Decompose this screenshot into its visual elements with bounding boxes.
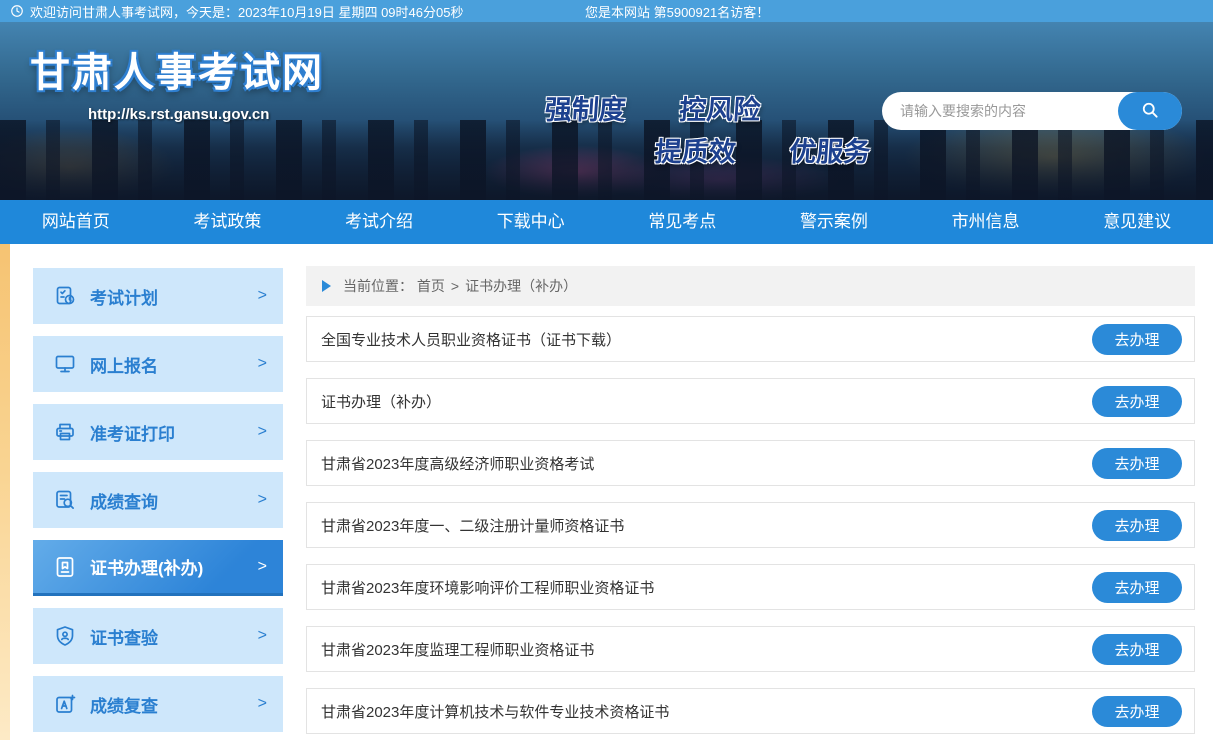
service-title: 甘肃省2023年度高级经济师职业资格考试	[321, 453, 1092, 474]
chevron-right-icon: >	[258, 287, 267, 305]
service-row-3: 甘肃省2023年度高级经济师职业资格考试去办理	[306, 440, 1195, 486]
monitor-icon	[53, 352, 77, 376]
site-logo[interactable]: 甘肃人事考试网 http://ks.rst.gansu.gov.cn	[30, 40, 324, 123]
sidebar-item-6[interactable]: 证书查验>	[33, 608, 283, 664]
search-button[interactable]	[1118, 92, 1182, 130]
nav-item-6[interactable]: 警示案例	[758, 200, 910, 244]
chevron-right-icon: >	[258, 491, 267, 509]
sidebar-item-label: 考试计划	[90, 284, 258, 309]
service-row-1: 全国专业技术人员职业资格证书（证书下载）去办理	[306, 316, 1195, 362]
chevron-right-icon: >	[258, 627, 267, 645]
city-skyline-decoration	[0, 120, 1213, 200]
chevron-right-icon: >	[258, 695, 267, 713]
visitor-count-text: 您是本网站 第5900921名访客！	[585, 2, 769, 21]
sidebar-item-label: 证书办理(补办)	[90, 554, 258, 579]
sidebar-item-1[interactable]: 考试计划>	[33, 268, 283, 324]
sidebar-item-3[interactable]: 准考证打印>	[33, 404, 283, 460]
service-title: 甘肃省2023年度环境影响评价工程师职业资格证书	[321, 577, 1092, 598]
sidebar: 考试计划>网上报名>准考证打印>成绩查询>证书办理(补办)>证书查验>成绩复查>	[33, 268, 283, 744]
chevron-right-icon: >	[258, 355, 267, 373]
nav-item-7[interactable]: 市州信息	[910, 200, 1062, 244]
go-handle-button[interactable]: 去办理	[1092, 448, 1182, 479]
service-title: 甘肃省2023年度监理工程师职业资格证书	[321, 639, 1092, 660]
printer-icon	[53, 420, 77, 444]
page-body: 考试计划>网上报名>准考证打印>成绩查询>证书办理(补办)>证书查验>成绩复查>…	[0, 244, 1213, 740]
site-header: 甘肃人事考试网 http://ks.rst.gansu.gov.cn 强制度 控…	[0, 22, 1213, 200]
service-row-6: 甘肃省2023年度监理工程师职业资格证书去办理	[306, 626, 1195, 672]
go-handle-button[interactable]: 去办理	[1092, 324, 1182, 355]
welcome-text: 欢迎访问甘肃人事考试网，今天是：2023年10月19日 星期四 09时46分05…	[30, 2, 463, 21]
sidebar-item-7[interactable]: 成绩复查>	[33, 676, 283, 732]
nav-item-3[interactable]: 考试介绍	[303, 200, 455, 244]
chevron-right-icon: >	[258, 423, 267, 441]
breadcrumb-arrow-icon	[322, 280, 331, 292]
nav-item-4[interactable]: 下载中心	[455, 200, 607, 244]
search-bar	[882, 92, 1182, 130]
sidebar-item-5[interactable]: 证书办理(补办)>	[33, 540, 283, 596]
breadcrumb-separator: >	[451, 278, 459, 294]
go-handle-button[interactable]: 去办理	[1092, 634, 1182, 665]
main-content: 当前位置： 首页 > 证书办理（补办） 全国专业技术人员职业资格证书（证书下载）…	[306, 266, 1195, 750]
service-list: 全国专业技术人员职业资格证书（证书下载）去办理证书办理（补办）去办理甘肃省202…	[306, 316, 1195, 734]
site-title: 甘肃人事考试网	[30, 40, 324, 98]
main-nav: 网站首页考试政策考试介绍下载中心常见考点警示案例市州信息意见建议	[0, 200, 1213, 244]
service-row-7: 甘肃省2023年度计算机技术与软件专业技术资格证书去办理	[306, 688, 1195, 734]
service-title: 甘肃省2023年度计算机技术与软件专业技术资格证书	[321, 701, 1092, 722]
nav-item-5[interactable]: 常见考点	[607, 200, 759, 244]
chevron-right-icon: >	[258, 558, 267, 576]
score-search-icon	[53, 488, 77, 512]
breadcrumb-prefix: 当前位置：	[343, 276, 413, 296]
nav-item-1[interactable]: 网站首页	[0, 200, 152, 244]
slogan-line-2: 提质效 优服务	[654, 130, 872, 169]
breadcrumb: 当前位置： 首页 > 证书办理（补办）	[306, 266, 1195, 306]
shield-check-icon	[53, 624, 77, 648]
sidebar-item-label: 网上报名	[90, 352, 258, 377]
go-handle-button[interactable]: 去办理	[1092, 510, 1182, 541]
sidebar-item-label: 成绩查询	[90, 488, 258, 513]
sidebar-item-4[interactable]: 成绩查询>	[33, 472, 283, 528]
service-title: 全国专业技术人员职业资格证书（证书下载）	[321, 329, 1092, 350]
service-row-5: 甘肃省2023年度环境影响评价工程师职业资格证书去办理	[306, 564, 1195, 610]
a-plus-icon	[53, 692, 77, 716]
slogan-line-1: 强制度 控风险	[544, 88, 762, 127]
service-title: 甘肃省2023年度一、二级注册计量师资格证书	[321, 515, 1092, 536]
left-accent-strip	[0, 244, 10, 740]
top-info-bar: 欢迎访问甘肃人事考试网，今天是：2023年10月19日 星期四 09时46分05…	[0, 0, 1213, 22]
clock-icon	[10, 4, 24, 18]
exam-plan-icon	[53, 284, 77, 308]
sidebar-item-2[interactable]: 网上报名>	[33, 336, 283, 392]
breadcrumb-current: 证书办理（补办）	[465, 276, 577, 296]
go-handle-button[interactable]: 去办理	[1092, 572, 1182, 603]
nav-item-2[interactable]: 考试政策	[152, 200, 304, 244]
certificate-icon	[53, 555, 77, 579]
sidebar-item-label: 准考证打印	[90, 420, 258, 445]
site-url: http://ks.rst.gansu.gov.cn	[88, 106, 324, 123]
sidebar-item-label: 证书查验	[90, 624, 258, 649]
go-handle-button[interactable]: 去办理	[1092, 696, 1182, 727]
search-icon	[1140, 100, 1160, 123]
service-row-4: 甘肃省2023年度一、二级注册计量师资格证书去办理	[306, 502, 1195, 548]
nav-item-8[interactable]: 意见建议	[1061, 200, 1213, 244]
service-row-2: 证书办理（补办）去办理	[306, 378, 1195, 424]
sidebar-item-label: 成绩复查	[90, 692, 258, 717]
breadcrumb-home-link[interactable]: 首页	[417, 276, 445, 296]
go-handle-button[interactable]: 去办理	[1092, 386, 1182, 417]
service-title: 证书办理（补办）	[321, 391, 1092, 412]
